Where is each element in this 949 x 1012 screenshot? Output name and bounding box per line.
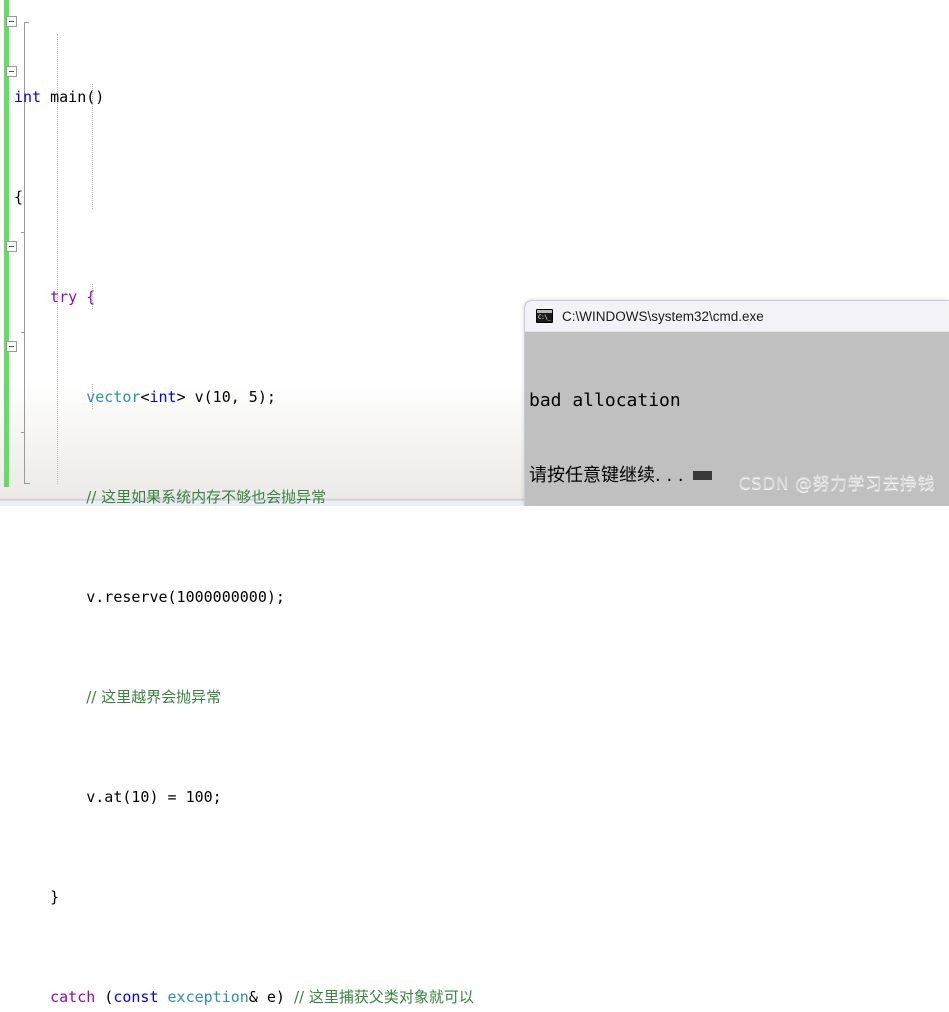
- function-main: [41, 88, 50, 106]
- brace-open-main: {: [14, 188, 24, 206]
- console-window-title: C:\WINDOWS\system32\cmd.exe: [562, 308, 764, 324]
- type-vector: vector: [86, 388, 141, 406]
- angle-bracket-close: >: [176, 388, 186, 406]
- comment-memory-exception: // 这里如果系统内存不够也会抛异常: [86, 488, 327, 506]
- console-output-line-2: 请按任意键继续. . .: [529, 465, 684, 486]
- keyword-int: int: [14, 88, 42, 106]
- keyword-const: const: [113, 988, 159, 1006]
- comment-out-of-bounds: // 这里越界会抛异常: [86, 688, 222, 706]
- variable-declaration-v: v(10, 5);: [185, 388, 276, 406]
- code-line-5: // 这里如果系统内存不够也会抛异常: [0, 485, 474, 510]
- code-line-8: v.at(10) = 100;: [0, 785, 474, 810]
- console-output-line-1: bad allocation: [529, 390, 681, 411]
- function-main-name: main(): [50, 88, 105, 106]
- code-line-4: vector<int> v(10, 5);: [0, 385, 474, 410]
- code-line-10: catch (const exception& e) // 这里捕获父类对象就可…: [0, 985, 474, 1010]
- type-exception: exception: [167, 988, 249, 1006]
- code-line-9: }: [0, 885, 474, 910]
- code-line-3: try {: [0, 285, 474, 310]
- console-cursor: [692, 471, 712, 480]
- code-line-7: // 这里越界会抛异常: [0, 685, 474, 710]
- code-line-2: {: [0, 185, 474, 210]
- code-line-6: v.reserve(1000000000);: [0, 585, 474, 610]
- comment-catch-base-class: // 这里捕获父类对象就可以: [293, 988, 474, 1006]
- keyword-catch: catch: [50, 988, 96, 1006]
- cmd-icon: [536, 309, 553, 323]
- code-line-1: int main(): [0, 85, 474, 110]
- call-reserve: v.reserve(1000000000);: [86, 588, 285, 606]
- catch-paren-open: (: [95, 988, 114, 1006]
- keyword-try: try {: [50, 288, 96, 306]
- space-after-const: [159, 988, 168, 1006]
- console-titlebar[interactable]: C:\WINDOWS\system32\cmd.exe: [525, 301, 949, 332]
- source-code-block[interactable]: int main() { try { vector<int> v(10, 5);…: [0, 10, 474, 1012]
- catch-parameter-tail: & e): [248, 988, 294, 1006]
- brace-close-try: }: [50, 888, 60, 906]
- csdn-watermark: CSDN @努力学习去挣钱: [738, 474, 935, 494]
- keyword-int-template: int: [149, 388, 177, 406]
- call-at: v.at(10) = 100;: [86, 788, 222, 806]
